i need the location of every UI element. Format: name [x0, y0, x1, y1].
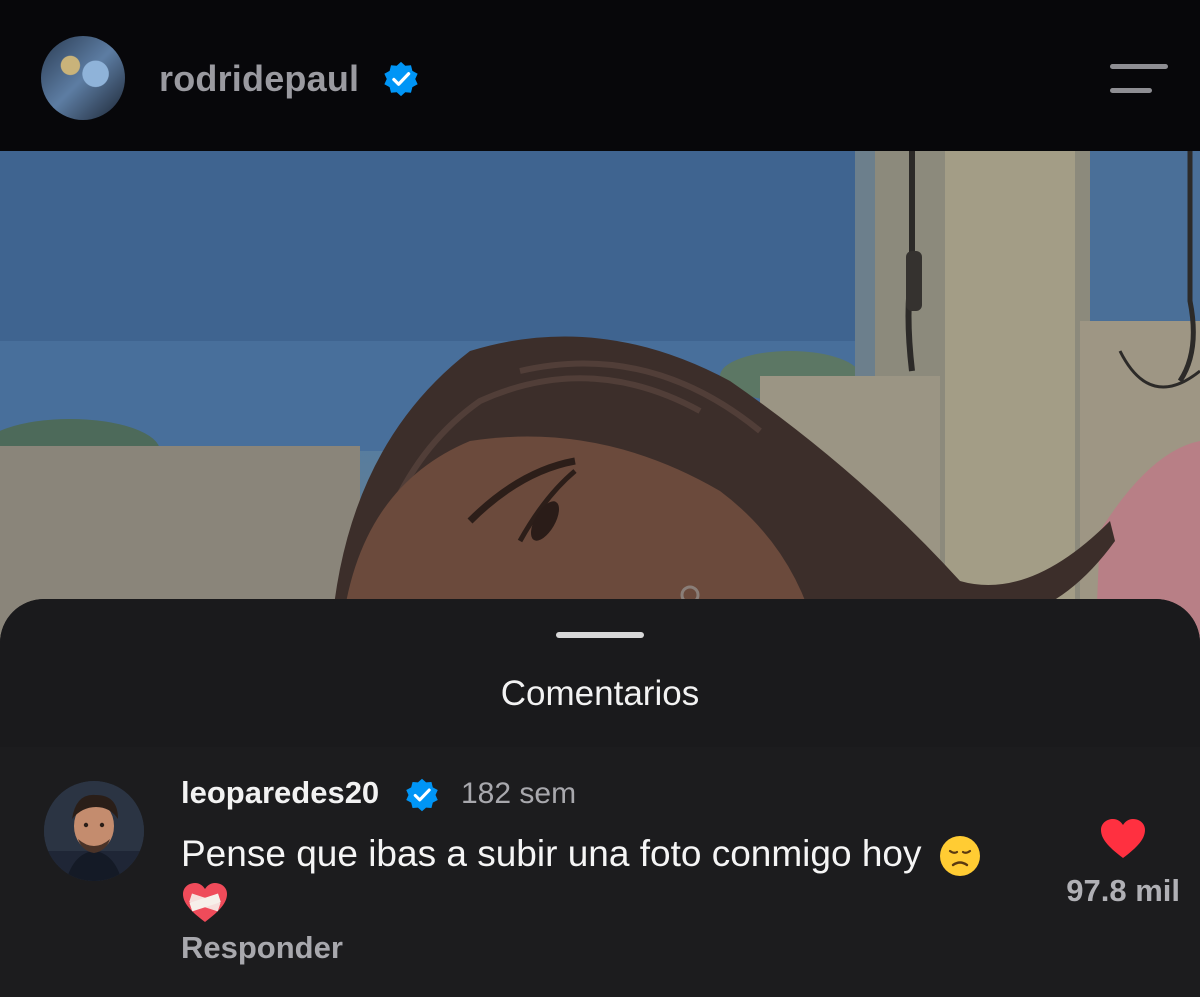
post-header: rodridepaul: [0, 0, 1200, 151]
verified-badge-icon: [406, 778, 438, 812]
comment-item: leoparedes20 182 sem Pense que ibas a su…: [0, 747, 1200, 997]
heart-filled-icon[interactable]: [1099, 817, 1147, 861]
disappointed-face-icon: [939, 836, 980, 877]
reply-button[interactable]: Responder: [181, 930, 343, 966]
hamburger-menu-icon[interactable]: [1108, 62, 1168, 98]
profile-avatar[interactable]: [41, 36, 125, 120]
commenter-avatar-image: [44, 781, 144, 881]
post-photo[interactable]: [0, 151, 1200, 651]
commenter-avatar[interactable]: [44, 781, 144, 881]
like-count: 97.8 mil: [1066, 873, 1180, 908]
header-username[interactable]: rodridepaul: [159, 58, 359, 100]
comment-timestamp: 182 sem: [461, 777, 577, 810]
comment-username[interactable]: leoparedes20: [181, 775, 379, 811]
comments-sheet: Comentarios leoparedes20 182 sem Pense q…: [0, 599, 1200, 997]
comment-text: Pense que ibas a subir una foto conmigo …: [181, 833, 922, 874]
post-photo-illustration: [0, 151, 1200, 651]
sheet-title: Comentarios: [500, 674, 700, 713]
comment-text-block: Pense que ibas a subir una foto conmigo …: [181, 831, 1061, 925]
verified-badge-icon: [384, 61, 418, 97]
drag-handle[interactable]: [556, 632, 644, 638]
sheet-header: Comentarios: [0, 599, 1200, 747]
mending-heart-icon: [183, 883, 227, 923]
